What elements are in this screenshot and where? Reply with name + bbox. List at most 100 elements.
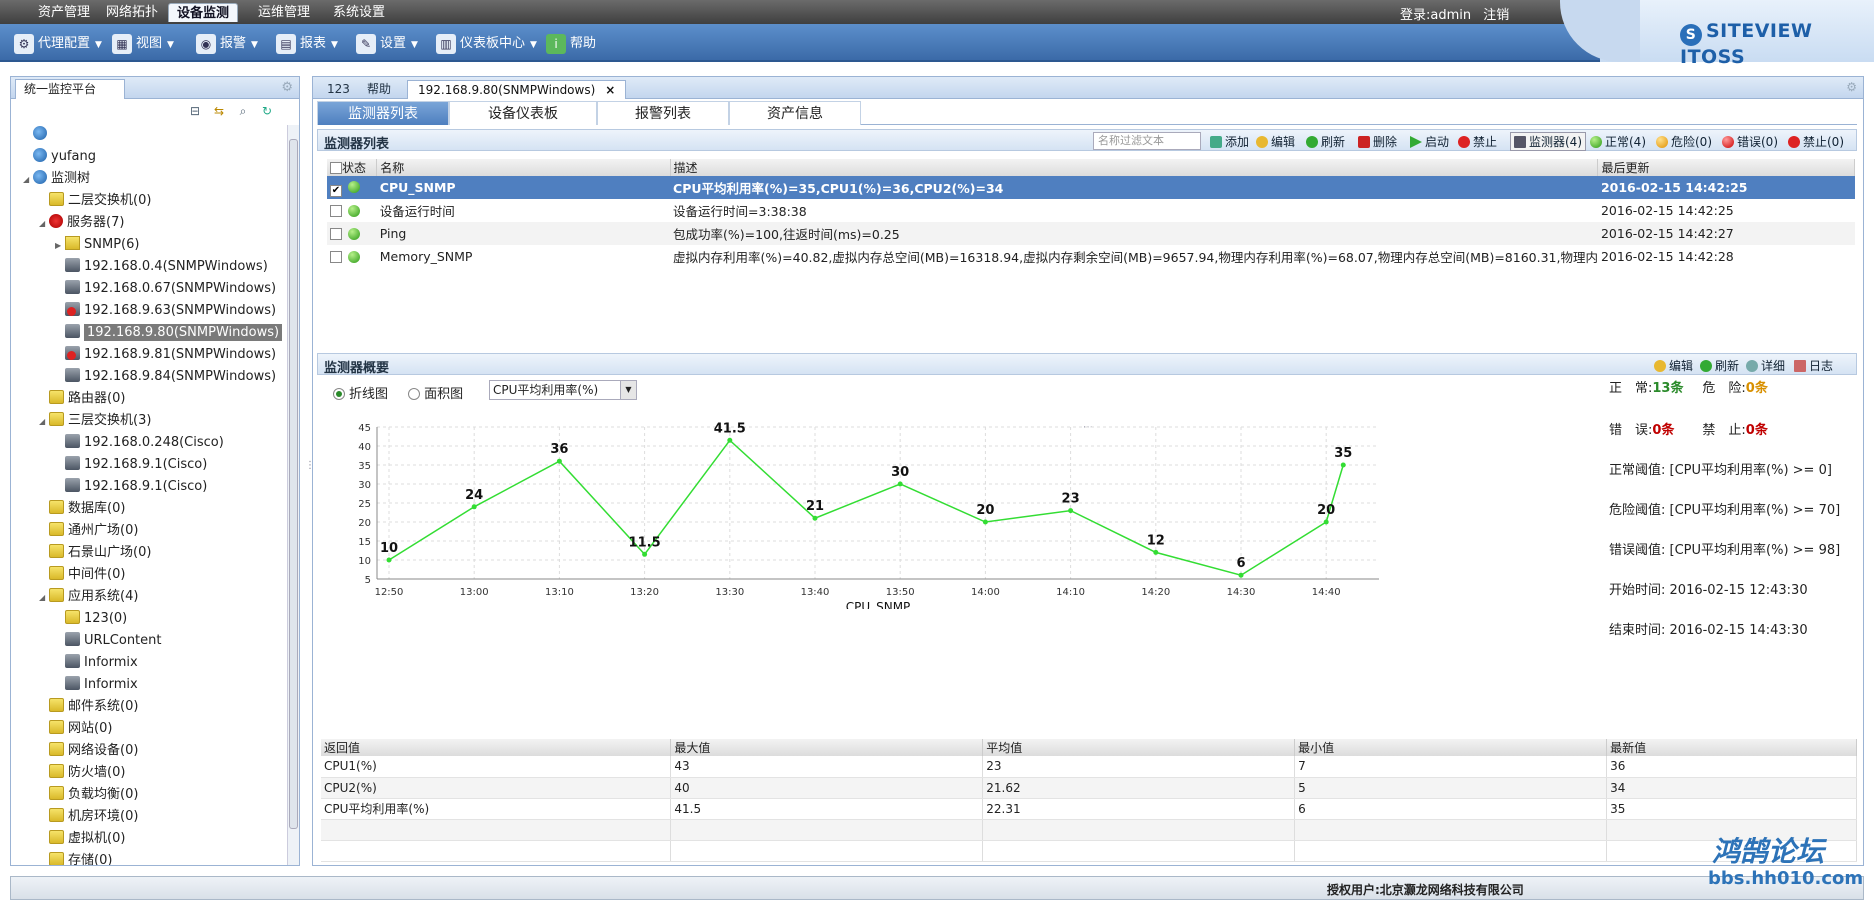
summary-col-header[interactable]: 最新值 <box>1606 739 1857 756</box>
tree-node[interactable]: ◢ 应用系统(4) <box>39 587 138 607</box>
tree-node[interactable]: 数据库(0) <box>39 499 125 519</box>
menu-device-monitor[interactable]: 设备监测 <box>168 3 239 22</box>
toolbar-proxy[interactable]: ⚙ 代理配置 ▼ <box>14 32 102 56</box>
count-normal[interactable]: 正常(4) <box>1590 133 1646 150</box>
name-cell[interactable]: CPU_SNMP <box>376 176 671 199</box>
tree-node[interactable]: ◢ 三层交换机(3) <box>39 411 151 431</box>
tree-node[interactable]: 192.168.0.4(SNMPWindows) <box>55 257 268 277</box>
radio-button[interactable] <box>333 388 345 400</box>
tree-node[interactable]: yufang <box>23 147 96 167</box>
refresh-icon[interactable]: ↻ <box>259 103 275 119</box>
tree-node[interactable]: 192.168.9.84(SNMPWindows) <box>55 367 276 387</box>
overview-refresh-button[interactable]: 刷新 <box>1700 357 1739 374</box>
col-name[interactable]: 名称 <box>376 159 671 176</box>
tree-node[interactable]: ◢ 服务器(7) <box>39 213 124 233</box>
tree-node[interactable]: 192.168.9.1(Cisco) <box>55 477 207 497</box>
tree-node[interactable]: 通州广场(0) <box>39 521 138 541</box>
expand-toggle-icon[interactable]: ▶ <box>55 236 65 256</box>
row-checkbox[interactable]: ✔ <box>330 184 342 197</box>
area-chart-radio[interactable]: 面积图 <box>408 387 463 402</box>
row-checkbox[interactable] <box>330 251 342 263</box>
overview-edit-button[interactable]: 编辑 <box>1654 357 1693 374</box>
col-updated[interactable]: 最后更新 <box>1597 159 1855 176</box>
toolbar-settings[interactable]: ✎ 设置 ▼ <box>356 32 418 56</box>
filter-input[interactable]: 名称过滤文本 <box>1093 132 1201 150</box>
select-all-checkbox[interactable] <box>330 162 342 174</box>
subtab-asset-info[interactable]: 资产信息 <box>729 101 861 125</box>
summary-col-header[interactable]: 最小值 <box>1294 739 1608 756</box>
tree-node[interactable]: 路由器(0) <box>39 389 125 409</box>
count-danger[interactable]: 危险(0) <box>1656 133 1712 150</box>
tree-node[interactable]: 中间件(0) <box>39 565 125 585</box>
overview-detail-button[interactable]: 详细 <box>1746 357 1785 374</box>
toolbar-help[interactable]: i 帮助 <box>546 32 596 56</box>
tree-node[interactable]: 192.168.9.80(SNMPWindows) <box>55 323 283 343</box>
tree-node[interactable]: URLContent <box>55 631 162 651</box>
name-cell[interactable]: 设备运行时间 <box>377 199 670 222</box>
tree-node[interactable]: 192.168.9.1(Cisco) <box>55 455 207 475</box>
tree-node[interactable]: 负载均衡(0) <box>39 785 138 805</box>
line-chart-radio[interactable]: 折线图 <box>333 387 388 402</box>
tree-node[interactable]: Informix <box>55 675 138 695</box>
summary-col-header[interactable]: 平均值 <box>982 739 1296 756</box>
monitor-count-button[interactable]: 监测器(4) <box>1510 132 1586 151</box>
table-row[interactable]: Memory_SNMP 虚拟内存利用率(%)=40.82,虚拟内存总空间(MB)=… <box>327 245 1855 268</box>
tree-node[interactable]: 192.168.0.248(Cisco) <box>55 433 224 453</box>
expand-toggle-icon[interactable]: ◢ <box>39 214 49 234</box>
tree-node[interactable]: 192.168.9.81(SNMPWindows) <box>55 345 276 365</box>
subtab-monitor-list[interactable]: 监测器列表 <box>317 101 449 125</box>
expand-toggle-icon[interactable]: ◢ <box>23 170 33 190</box>
name-cell[interactable]: Ping <box>376 222 671 245</box>
subtab-device-dashboard[interactable]: 设备仪表板 <box>449 101 597 125</box>
expand-toggle-icon[interactable]: ◢ <box>39 588 49 608</box>
overview-log-button[interactable]: 日志 <box>1794 357 1833 374</box>
disable-button[interactable]: 禁止 <box>1458 133 1497 150</box>
start-button[interactable]: 启动 <box>1410 133 1449 150</box>
delete-button[interactable]: 删除 <box>1358 133 1397 150</box>
count-disabled[interactable]: 禁止(0) <box>1788 133 1844 150</box>
metric-select[interactable]: CPU平均利用率(%) ▼ <box>489 380 637 400</box>
toolbar-dashboard[interactable]: ▥ 仪表板中心 ▼ <box>436 32 537 56</box>
tree-node[interactable]: ▶ SNMP(6) <box>55 235 139 255</box>
subtab-alarm-list[interactable]: 报警列表 <box>597 101 729 125</box>
table-row[interactable]: Ping 包成功率(%)=100,往返时间(ms)=0.25 2016-02-15 … <box>327 222 1855 245</box>
toolbar-alarm[interactable]: ◉ 报警 ▼ <box>196 32 258 56</box>
tree-node[interactable]: 192.168.9.63(SNMPWindows) <box>55 301 276 321</box>
count-error[interactable]: 错误(0) <box>1722 133 1778 150</box>
menu-system-settings[interactable]: 系统设置 <box>325 3 393 22</box>
tab-monitor-platform[interactable]: 统一监控平台 <box>15 79 125 99</box>
search-icon[interactable]: ⌕ <box>235 103 251 119</box>
summary-col-header[interactable]: 返回值 <box>321 739 672 756</box>
tree-node[interactable]: 192.168.0.67(SNMPWindows) <box>55 279 276 299</box>
col-desc[interactable]: 描述 <box>670 159 1599 176</box>
summary-col-header[interactable]: 最大值 <box>670 739 984 756</box>
tree-scrollbar[interactable] <box>287 125 299 865</box>
tree-node[interactable]: 123(0) <box>55 609 127 629</box>
row-checkbox[interactable] <box>330 205 342 217</box>
add-button[interactable]: 添加 <box>1210 133 1249 150</box>
collapse-icon[interactable]: ⊟ <box>187 103 203 119</box>
tab-help[interactable]: 帮助 <box>357 80 401 99</box>
tree-node[interactable]: 机房环境(0) <box>39 807 138 827</box>
menu-topology[interactable]: 网络拓扑 <box>98 3 166 22</box>
menu-ops[interactable]: 运维管理 <box>250 3 318 22</box>
logout-link[interactable]: 注销 <box>1483 8 1509 23</box>
tree-node[interactable]: 存储(0) <box>39 851 112 865</box>
table-row[interactable]: 设备运行时间 设备运行时间=3:38:38 2016-02-15 14:42:25 <box>327 199 1855 222</box>
expand-toggle-icon[interactable]: ◢ <box>39 412 49 432</box>
tree-node[interactable]: 虚拟机(0) <box>39 829 125 849</box>
tab-123[interactable]: 123 <box>317 80 360 99</box>
col-status[interactable]: 状态 <box>327 159 378 176</box>
refresh-button[interactable]: 刷新 <box>1306 133 1345 150</box>
tree-node[interactable]: Informix <box>55 653 138 673</box>
close-icon[interactable]: × <box>605 83 615 97</box>
chevron-down-icon[interactable]: ▼ <box>620 381 636 399</box>
tab-device[interactable]: 192.168.9.80(SNMPWindows) × <box>407 80 627 99</box>
tree-node[interactable] <box>23 125 51 145</box>
name-cell[interactable]: Memory_SNMP <box>377 245 670 268</box>
gear-icon[interactable]: ⚙ <box>1846 80 1857 94</box>
tree-node[interactable]: 网站(0) <box>39 719 112 739</box>
tree-node[interactable]: 防火墙(0) <box>39 763 125 783</box>
locate-icon[interactable]: ⇆ <box>211 103 227 119</box>
tree-node[interactable]: 网络设备(0) <box>39 741 138 761</box>
